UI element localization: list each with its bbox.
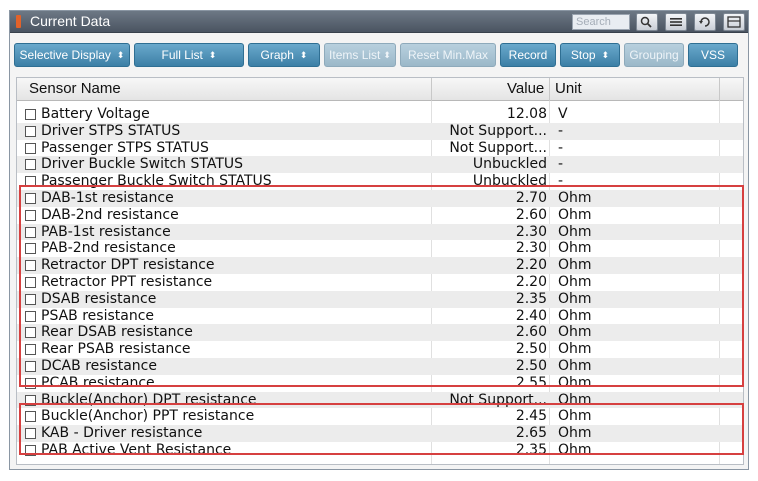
selective-display-dropdown[interactable]: Selective Display ⬍ xyxy=(14,43,130,67)
zoom-icon[interactable] xyxy=(636,13,658,31)
stop-dropdown[interactable]: Stop ⬍ xyxy=(560,43,620,67)
sensor-value: Not Support... xyxy=(449,139,547,156)
title-bar: Current Data Search xyxy=(10,11,748,33)
retry-icon[interactable] xyxy=(694,13,716,31)
chevron-updown-icon: ⬍ xyxy=(116,49,125,60)
sensor-name: Battery Voltage xyxy=(41,106,150,122)
menu-icon[interactable] xyxy=(723,13,745,31)
grouping-label: Grouping xyxy=(629,48,679,62)
table-row[interactable]: Driver STPS STATUS Not Support... - xyxy=(17,122,743,140)
chevron-updown-icon: ⬍ xyxy=(383,49,391,60)
sensor-unit: - xyxy=(558,122,564,139)
items-list-label: Items List xyxy=(329,48,381,62)
vss-button[interactable]: VSS xyxy=(688,43,738,67)
list-view-icon[interactable] xyxy=(665,13,687,31)
current-data-window: Current Data Search Selective Display ⬍ F… xyxy=(9,10,749,470)
items-list-dropdown[interactable]: Items List ⬍ xyxy=(324,43,396,67)
graph-label: Graph xyxy=(260,48,294,62)
table-row[interactable]: Passenger STPS STATUS Not Support... - xyxy=(17,140,743,157)
column-header-sensor-name[interactable]: Sensor Name xyxy=(29,80,121,97)
full-list-dropdown[interactable]: Full List ⬍ xyxy=(134,43,244,67)
sensor-unit: - xyxy=(558,156,564,173)
row-checkbox[interactable] xyxy=(25,125,36,137)
table-header: Sensor Name Value Unit xyxy=(17,78,743,101)
window-title: Current Data xyxy=(30,13,111,29)
record-label: Record xyxy=(508,48,548,62)
sensor-value: Not Support... xyxy=(449,122,547,139)
column-header-unit[interactable]: Unit xyxy=(555,80,582,97)
grouping-button[interactable]: Grouping xyxy=(624,43,684,67)
highlight-box-resistance-group xyxy=(19,185,744,387)
chevron-updown-icon: ⬍ xyxy=(601,49,610,60)
full-list-label: Full List xyxy=(161,48,203,62)
column-header-value[interactable]: Value xyxy=(507,80,544,97)
sensor-value: 12.08 xyxy=(506,106,547,122)
sensor-unit: V xyxy=(558,106,568,122)
search-input[interactable]: Search xyxy=(572,14,630,30)
sensor-value: Unbuckled xyxy=(472,156,547,173)
vss-label: VSS xyxy=(700,48,725,62)
toolbar: Selective Display ⬍ Full List ⬍ Graph ⬍ Ite… xyxy=(10,39,748,71)
row-checkbox[interactable] xyxy=(25,109,36,120)
table-row[interactable]: Battery Voltage 12.08 V xyxy=(17,106,743,123)
sensor-name: Passenger STPS STATUS xyxy=(41,139,209,156)
reset-min-max-button[interactable]: Reset Min.Max xyxy=(400,43,496,67)
record-button[interactable]: Record xyxy=(500,43,556,67)
selective-display-label: Selective Display xyxy=(19,48,111,62)
chevron-updown-icon: ⬍ xyxy=(208,49,217,60)
column-divider xyxy=(549,78,550,101)
stop-label: Stop xyxy=(570,48,596,62)
column-divider xyxy=(719,78,720,101)
column-divider xyxy=(431,78,432,101)
table-row[interactable]: Driver Buckle Switch STATUS Unbuckled - xyxy=(17,156,743,174)
chevron-updown-icon: ⬍ xyxy=(299,49,308,60)
row-checkbox[interactable] xyxy=(25,142,36,154)
row-checkbox[interactable] xyxy=(25,159,36,171)
highlight-box-secondary-group xyxy=(19,403,744,455)
graph-dropdown[interactable]: Graph ⬍ xyxy=(248,43,320,67)
window-marker-icon xyxy=(16,15,21,28)
sensor-name: Driver STPS STATUS xyxy=(41,122,181,139)
reset-min-max-label: Reset Min.Max xyxy=(407,48,489,62)
sensor-name: Driver Buckle Switch STATUS xyxy=(41,156,244,173)
sensor-unit: - xyxy=(558,139,564,156)
